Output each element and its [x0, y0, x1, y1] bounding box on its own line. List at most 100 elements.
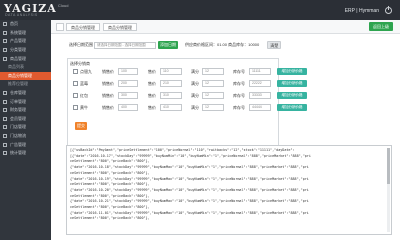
sidebar-item-logistics[interactable]: 门店物流 [0, 132, 51, 141]
spec-row: 黄牛 销售价 400 售价 410 满分 12 库存号 44444 增加分销价格 [73, 104, 307, 111]
spec-price-label: 销售价 [102, 104, 114, 110]
add-price-button[interactable]: 增加分销价格 [277, 80, 307, 87]
spec-stock-input[interactable]: 44444 [249, 104, 271, 111]
chart-icon [3, 151, 7, 156]
breadcrumb-item[interactable]: 商品分销管理 [103, 23, 137, 31]
spec-cost-input[interactable]: 310 [160, 92, 182, 99]
back-button[interactable]: 返回上级 [369, 22, 393, 31]
sidebar: 首页 系统管理 产品管理 分类管理 商品管理 商品列表 商品分销管理 推荐位管理… [0, 20, 51, 240]
add-price-button[interactable]: 增加分销价格 [277, 68, 307, 75]
breadcrumb: 商品分销管理 商品分销管理 返回上级 [51, 20, 400, 34]
spec-stock-input[interactable]: 33333 [249, 92, 271, 99]
spec-name: 点银九 [80, 68, 92, 74]
spec-cost-label: 售价 [148, 80, 156, 86]
spec-cost-label: 售价 [148, 68, 156, 74]
sidebar-item-recommend[interactable]: 推荐位管理 [0, 80, 51, 89]
user-name[interactable]: ERP | Hymman [345, 8, 379, 14]
spec-name: 黄牛 [80, 104, 88, 110]
list-icon [3, 99, 7, 104]
sidebar-item-warehouse[interactable]: 仓库管理 [0, 89, 51, 98]
add-date-button[interactable]: 添加日期 [158, 41, 178, 49]
spec-stock-label: 库存号 [233, 68, 245, 74]
sidebar-item-stores[interactable]: 门店管理 [0, 123, 51, 132]
logo-sub-text: Cloud [58, 3, 69, 8]
spec-price-input[interactable]: 200 [118, 80, 138, 87]
sidebar-item-label: 产品管理 [10, 38, 26, 44]
sidebar-item-label: 商品管理 [10, 55, 26, 61]
sidebar-item-label: 分类管理 [10, 47, 26, 53]
spec-std-input[interactable]: 12 [202, 104, 224, 111]
sidebar-item-system[interactable]: 系统管理 [0, 29, 51, 38]
sidebar-item-distribution[interactable]: 商品分销管理 [0, 71, 51, 81]
sidebar-item-label: 商品分销管理 [8, 72, 32, 78]
json-output-textarea[interactable]: [{"usBackId":"PmyAmnt","priceSettlement"… [66, 145, 392, 235]
spec-checkbox[interactable] [73, 69, 78, 74]
spec-cost-input[interactable]: 410 [160, 104, 182, 111]
spec-price-input[interactable]: 300 [118, 92, 138, 99]
spec-checkbox[interactable] [73, 93, 78, 98]
sidebar-item-label: 财务管理 [10, 107, 26, 113]
submit-button[interactable]: 提交 [75, 122, 87, 130]
clear-button[interactable]: 清楚 [267, 41, 282, 49]
folder-icon [3, 48, 7, 53]
spec-price-label: 销售价 [102, 92, 114, 98]
sidebar-item-label: 系统管理 [10, 29, 26, 35]
sidebar-item-label: 首页 [10, 21, 18, 27]
spec-stock-input[interactable]: 22222 [249, 80, 271, 87]
spec-stock-label: 库存号 [233, 92, 245, 98]
spec-stock-input[interactable]: 11111 [249, 68, 271, 75]
spec-cost-input[interactable]: 110 [160, 68, 182, 75]
sidebar-item-categories[interactable]: 分类管理 [0, 46, 51, 55]
price-info-text: 供应商价格区间：01.00 商品库存：10000 [185, 42, 260, 47]
sidebar-item-members[interactable]: 会员管理 [0, 115, 51, 124]
spec-checkbox[interactable] [73, 105, 78, 110]
spec-std-input[interactable]: 12 [202, 92, 224, 99]
spec-cost-label: 售价 [148, 92, 156, 98]
spec-std-label: 满分 [191, 68, 199, 74]
sidebar-item-stats[interactable]: 统计管理 [0, 149, 51, 158]
spec-cost-label: 售价 [148, 104, 156, 110]
json-line: ceSettlement":"800","priceBack":"800"}, [70, 216, 150, 221]
spec-title: 选择分销商 [70, 61, 90, 66]
sidebar-item-label: 推荐位管理 [8, 81, 28, 87]
date-range-label: 选择日期范围 [69, 42, 93, 47]
breadcrumb-item[interactable]: 商品分销管理 [66, 23, 100, 31]
home-icon[interactable] [56, 23, 64, 31]
scrollbar-thumb[interactable] [387, 148, 390, 184]
sidebar-item-goods[interactable]: 商品管理 [0, 54, 51, 63]
spec-std-input[interactable]: 12 [202, 68, 224, 75]
box-icon [3, 39, 7, 44]
spec-checkbox[interactable] [73, 81, 78, 86]
spec-row: 红包 销售价 300 售价 310 满分 12 库存号 33333 增加分销价格 [73, 92, 307, 99]
sidebar-item-label: 门店管理 [10, 124, 26, 130]
sidebar-item-ads[interactable]: 广告管理 [0, 140, 51, 149]
gear-icon [3, 30, 7, 35]
scrollbar[interactable] [387, 148, 390, 232]
logout-icon[interactable] [385, 6, 392, 14]
spec-cost-input[interactable]: 210 [160, 80, 182, 87]
warehouse-icon [3, 91, 7, 96]
add-price-button[interactable]: 增加分销价格 [277, 104, 307, 111]
json-lines: [{"usBackId":"PmyAmnt","priceSettlement"… [70, 148, 388, 222]
money-icon [3, 108, 7, 113]
store-icon [3, 125, 7, 130]
sidebar-item-orders[interactable]: 订单管理 [0, 97, 51, 106]
tag-icon [3, 56, 7, 61]
sidebar-item-goods-list[interactable]: 商品列表 [0, 63, 51, 72]
spec-std-input[interactable]: 12 [202, 80, 224, 87]
sidebar-item-home[interactable]: 首页 [0, 20, 51, 29]
date-range-row: 选择日期范围 请选择日期范围 - 选择日期范围 添加日期 供应商价格区间：01.… [69, 41, 282, 49]
sidebar-item-finance[interactable]: 财务管理 [0, 106, 51, 115]
spec-std-label: 满分 [191, 104, 199, 110]
add-price-button[interactable]: 增加分销价格 [277, 92, 307, 99]
spec-price-input[interactable]: 100 [118, 68, 138, 75]
user-icon [3, 116, 7, 121]
sidebar-item-label: 会员管理 [10, 115, 26, 121]
spec-price-label: 销售价 [102, 68, 114, 74]
spec-row: 点银九 销售价 100 售价 110 满分 12 库存号 11111 增加分销价格 [73, 68, 307, 75]
home-icon [3, 22, 7, 27]
sidebar-item-products[interactable]: 产品管理 [0, 37, 51, 46]
date-range-input[interactable]: 请选择日期范围 - 选择日期范围 [94, 41, 156, 49]
spec-price-input[interactable]: 400 [118, 104, 138, 111]
sidebar-item-label: 广告管理 [10, 141, 26, 147]
